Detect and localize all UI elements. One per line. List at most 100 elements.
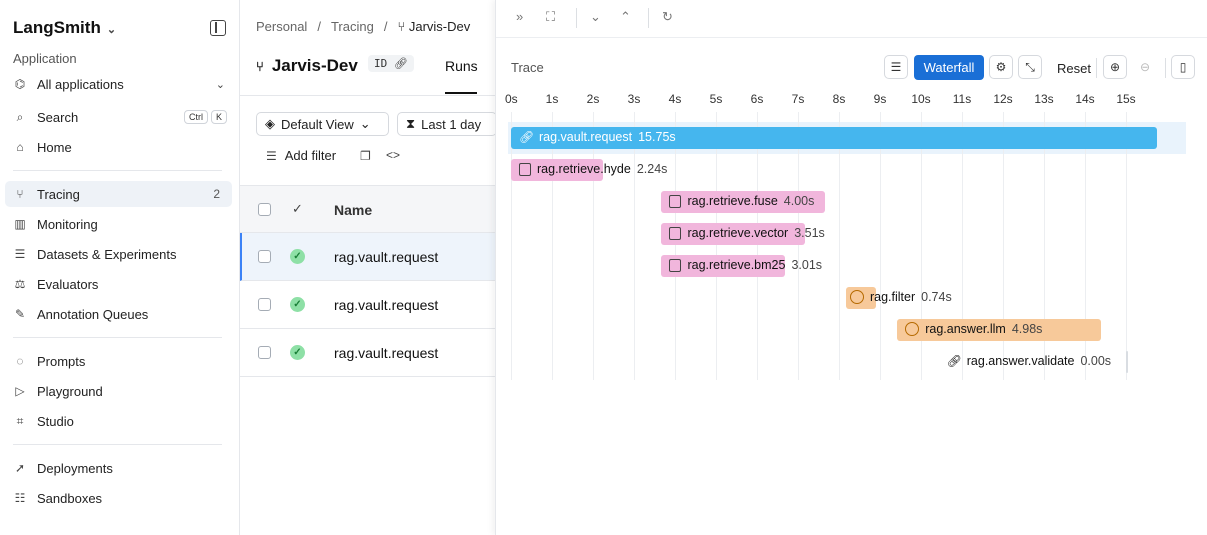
application-select[interactable]: ⌬ All applications ⌄: [13, 74, 225, 94]
gridline: [552, 112, 553, 380]
chevron-down-icon[interactable]: ⌄: [590, 9, 601, 25]
link-icon: 🔗︎: [946, 353, 962, 368]
prompts-icon: ◌: [16, 354, 24, 368]
gridline: [1126, 112, 1127, 380]
column-header-name[interactable]: Name: [334, 202, 372, 218]
span-label[interactable]: rag.retrieve.hyde 2.24s: [519, 162, 667, 176]
sandboxes-icon: ☷: [14, 491, 26, 505]
link-icon: 🔗︎: [519, 129, 535, 144]
document-icon: [669, 226, 682, 240]
monitoring-icon: ▥: [14, 217, 26, 231]
toggle-details-button[interactable]: ▯: [1171, 55, 1195, 79]
filter-button[interactable]: ☰: [884, 55, 908, 79]
sidebar-item-evaluators[interactable]: ⚖ Evaluators: [5, 271, 232, 297]
breadcrumb-project[interactable]: ⑂ Jarvis-Dev: [397, 19, 470, 34]
refresh-icon[interactable]: ↻: [662, 9, 673, 25]
sidebar-item-home[interactable]: ⌂ Home: [5, 134, 232, 160]
sidebar-item-deployments[interactable]: ➚ Deployments: [5, 455, 232, 481]
tick-label: 13s: [1034, 92, 1054, 106]
tab-runs[interactable]: Runs: [445, 58, 478, 74]
tick-label: 3s: [627, 92, 641, 106]
view-select-value: Default View: [281, 116, 354, 132]
tick-label: 15s: [1116, 92, 1136, 106]
breadcrumb-separator: /: [317, 19, 321, 34]
shortcut-hint: Ctrl K: [181, 110, 227, 124]
tick-label: 8s: [832, 92, 846, 106]
span-duration: 0.74s: [921, 290, 952, 304]
breadcrumb-tracing[interactable]: Tracing: [331, 19, 374, 34]
chevron-down-icon: ⌄: [359, 116, 371, 131]
tick-label: 4s: [668, 92, 682, 106]
page-title-text: Jarvis-Dev: [271, 56, 358, 75]
hourglass-icon: ⧗: [406, 116, 416, 131]
waterfall-button[interactable]: Waterfall: [914, 55, 984, 80]
span-label[interactable]: rag.filter 0.74s: [849, 290, 952, 304]
select-all-checkbox[interactable]: [258, 203, 271, 216]
view-select[interactable]: ◈ Default View ⌄: [256, 112, 389, 136]
expand-icon[interactable]: ⛶: [546, 9, 555, 25]
span-duration: 3.01s: [791, 258, 823, 272]
sidebar-item-prompts[interactable]: ◌ Prompts: [5, 348, 232, 374]
span-bar[interactable]: [1125, 351, 1128, 373]
tracing-icon: ⑂: [16, 187, 24, 201]
playground-icon: ▷: [15, 384, 25, 398]
tick-label: 7s: [791, 92, 805, 106]
zoom-in-button[interactable]: ⊕: [1103, 55, 1127, 79]
table-row[interactable]: ✓ rag.vault.request: [240, 233, 495, 281]
tick-label: 12s: [993, 92, 1013, 106]
span-label[interactable]: 🔗︎ rag.vault.request 15.75s: [519, 130, 676, 144]
span-label[interactable]: rag.answer.llm 4.98s: [905, 322, 1042, 336]
reset-button[interactable]: Reset: [1057, 61, 1091, 76]
project-id-chip[interactable]: ID 🔗︎: [368, 55, 414, 72]
llm-icon: [905, 322, 920, 336]
row-checkbox[interactable]: [258, 298, 271, 311]
span-label[interactable]: rag.retrieve.fuse 4.00s: [669, 194, 814, 208]
span-name: rag.retrieve.hyde: [537, 162, 631, 176]
row-checkbox[interactable]: [258, 346, 271, 359]
sidebar-item-label: Search: [37, 109, 79, 125]
settings-button[interactable]: ⚙: [989, 55, 1013, 79]
sidebar-toggle-icon[interactable]: [210, 20, 226, 36]
sidebar-panel-icon: ▯: [1179, 60, 1187, 74]
sidebar-item-playground[interactable]: ▷ Playground: [5, 378, 232, 404]
sidebar-item-sandboxes[interactable]: ☷ Sandboxes: [5, 485, 232, 511]
add-filter-button[interactable]: ☰ Add filter: [266, 148, 336, 163]
tick-label: 11s: [952, 92, 972, 106]
sidebar-item-label: Annotation Queues: [37, 306, 149, 322]
kbd-ctrl: Ctrl: [183, 110, 208, 124]
span-label[interactable]: 🔗︎ rag.answer.validate 0.00s: [947, 354, 1111, 368]
sidebar-item-label: Playground: [37, 383, 103, 399]
toolbar-divider: [1096, 58, 1097, 78]
table-row[interactable]: ✓ rag.vault.request: [240, 281, 495, 329]
kbd-k: K: [210, 110, 227, 124]
sidebar-item-annotation-queues[interactable]: ✎ Annotation Queues: [5, 301, 232, 327]
evaluators-icon: ⚖: [14, 277, 26, 291]
sidebar-item-label: Studio: [37, 413, 74, 429]
copy-icon[interactable]: ❐: [360, 149, 371, 163]
time-range-select[interactable]: ⧗ Last 1 day: [397, 112, 497, 136]
collapse-panel-icon[interactable]: »: [516, 9, 523, 24]
span-label[interactable]: rag.retrieve.vector 3.51s: [669, 226, 825, 240]
sidebar-item-studio[interactable]: ⌗ Studio: [5, 408, 232, 434]
brand-menu[interactable]: LangSmith ⌄: [13, 18, 116, 38]
tick-label: 10s: [911, 92, 931, 106]
chevron-up-icon[interactable]: ⌃: [620, 9, 631, 25]
collapse-button[interactable]: ⤡: [1018, 55, 1042, 79]
table-row[interactable]: ✓ rag.vault.request: [240, 329, 495, 377]
row-checkbox[interactable]: [258, 250, 271, 263]
gridline: [716, 112, 717, 380]
layers-icon: ◈: [265, 116, 275, 131]
gridline: [511, 112, 512, 380]
sidebar-item-search[interactable]: ⌕ Search Ctrl K: [5, 104, 232, 130]
sidebar-item-monitoring[interactable]: ▥ Monitoring: [5, 211, 232, 237]
span-duration: 4.98s: [1011, 322, 1043, 336]
sidebar-item-tracing[interactable]: ⑂ Tracing 2: [5, 181, 232, 207]
runs-panel: Personal / Tracing / ⑂ Jarvis-Dev ⑂ Jarv…: [240, 0, 497, 535]
datasets-icon: ☰: [14, 247, 26, 261]
span-duration: 4.00s: [783, 194, 815, 208]
span-label[interactable]: rag.retrieve.bm25 3.01s: [669, 258, 822, 272]
zoom-out-button[interactable]: ⊖: [1133, 55, 1157, 79]
code-icon[interactable]: <>: [386, 148, 400, 162]
breadcrumb-personal[interactable]: Personal: [256, 19, 307, 34]
sidebar-item-datasets[interactable]: ☰ Datasets & Experiments: [5, 241, 232, 267]
